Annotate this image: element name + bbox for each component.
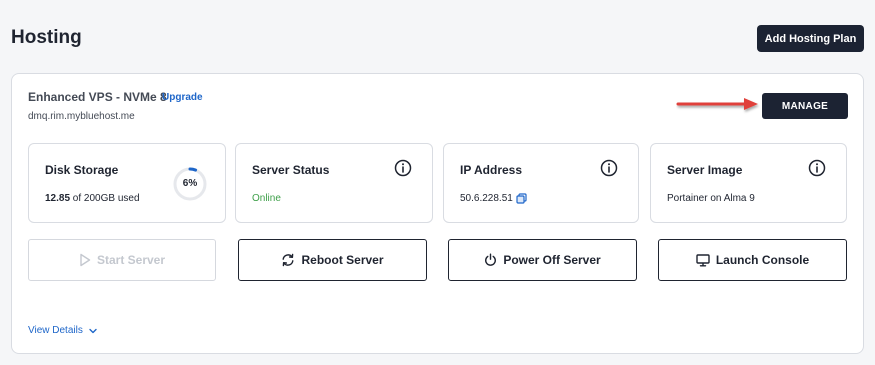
- chevron-down-icon: [89, 328, 97, 333]
- launch-console-button[interactable]: Launch Console: [658, 239, 847, 281]
- disk-usage-percent: 6%: [182, 178, 198, 189]
- power-off-server-button[interactable]: Power Off Server: [448, 239, 637, 281]
- launch-console-label: Launch Console: [715, 253, 810, 267]
- server-status-value: Online: [252, 193, 281, 204]
- server-image-card: Server Image Portainer on Alma 9: [650, 143, 847, 223]
- start-server-button[interactable]: Start Server: [28, 239, 216, 281]
- server-status-title: Server Status: [252, 163, 330, 177]
- hosting-plan-card: Enhanced VPS - NVMe 8 Upgrade dmq.rim.my…: [11, 73, 864, 354]
- refresh-icon: [282, 253, 294, 267]
- plan-domain: dmq.rim.mybluehost.me: [28, 111, 135, 122]
- info-circle-icon[interactable]: [394, 159, 412, 177]
- server-image-value: Portainer on Alma 9: [667, 193, 755, 204]
- ip-address-card: IP Address 50.6.228.51: [443, 143, 639, 223]
- page-title: Hosting: [11, 27, 82, 48]
- annotation-arrow-icon: [676, 98, 758, 110]
- info-circle-icon[interactable]: [808, 159, 826, 177]
- ip-address-row: 50.6.228.51: [460, 193, 527, 204]
- disk-capacity-text: of 200GB used: [70, 193, 140, 204]
- ip-address-title: IP Address: [460, 163, 523, 177]
- view-details-label: View Details: [28, 325, 83, 336]
- view-details-toggle[interactable]: View Details: [28, 325, 97, 336]
- play-icon: [80, 253, 91, 267]
- start-server-label: Start Server: [96, 253, 166, 267]
- disk-usage-gauge: 6%: [173, 167, 207, 201]
- server-image-title: Server Image: [667, 163, 743, 177]
- disk-storage-title: Disk Storage: [45, 163, 119, 177]
- plan-name: Enhanced VPS - NVMe 8: [28, 90, 167, 104]
- server-status-card: Server Status Online: [235, 143, 433, 223]
- power-icon: [485, 253, 497, 266]
- monitor-icon: [696, 253, 710, 267]
- disk-storage-card: Disk Storage 12.85 of 200GB used 6%: [28, 143, 226, 223]
- manage-button[interactable]: MANAGE: [762, 93, 848, 119]
- power-off-server-label: Power Off Server: [503, 253, 601, 267]
- reboot-server-label: Reboot Server: [301, 253, 384, 267]
- disk-used-value: 12.85: [45, 193, 71, 204]
- info-circle-icon[interactable]: [600, 159, 618, 177]
- reboot-server-button[interactable]: Reboot Server: [238, 239, 427, 281]
- ip-address-value: 50.6.228.51: [460, 193, 513, 205]
- upgrade-link[interactable]: Upgrade: [162, 92, 203, 103]
- disk-storage-usage: 12.85 of 200GB used: [45, 193, 140, 204]
- copy-icon[interactable]: [516, 193, 527, 204]
- add-hosting-plan-button[interactable]: Add Hosting Plan: [757, 25, 864, 52]
